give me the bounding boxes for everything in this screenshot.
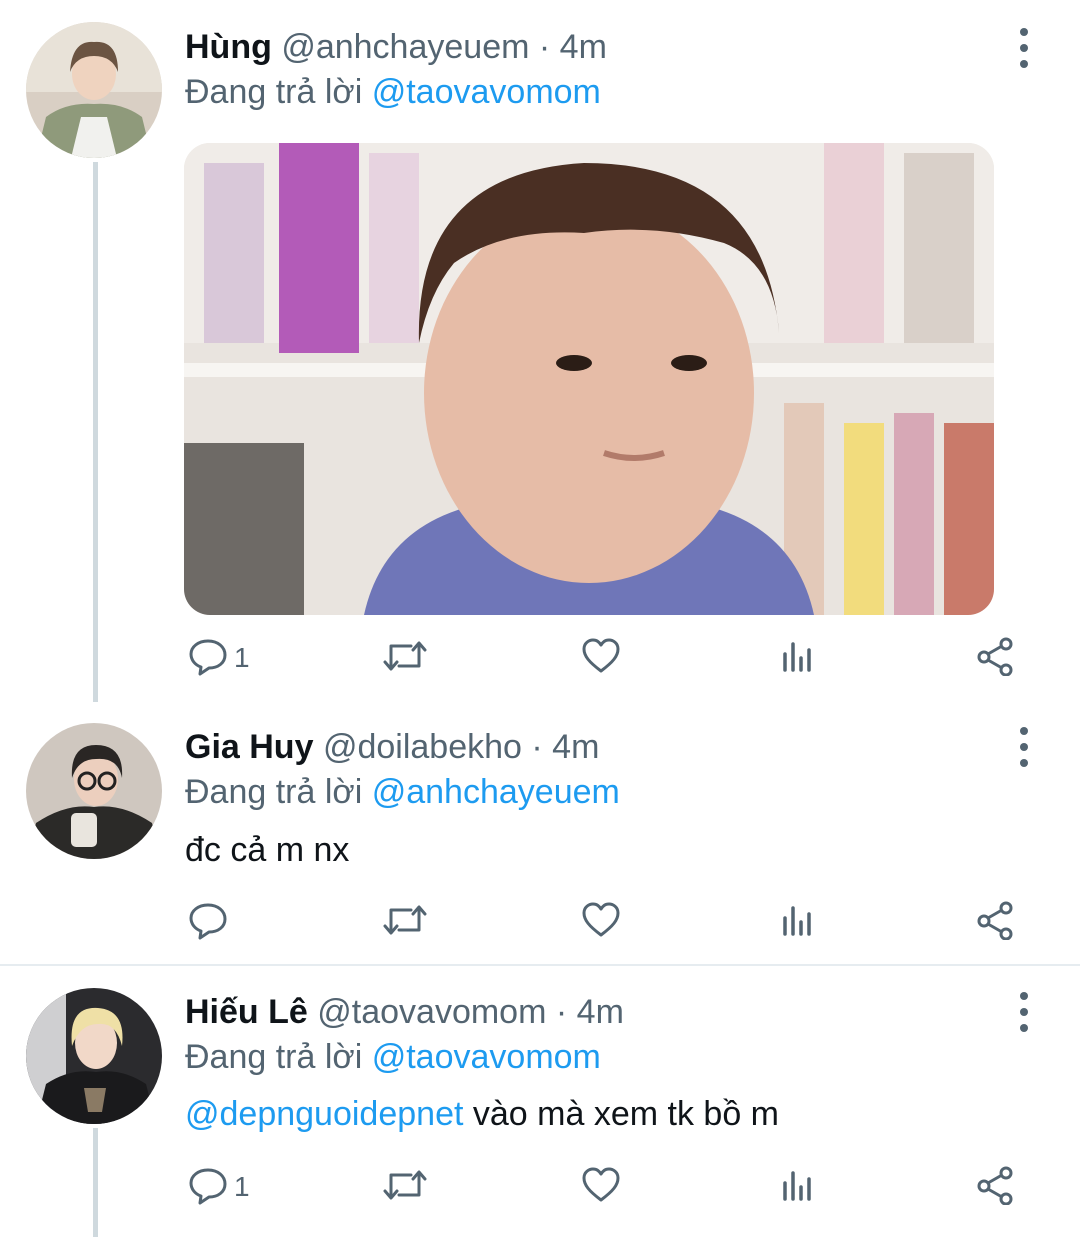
reply-button[interactable]: 1	[188, 1164, 250, 1210]
tweet-header: Hiếu Lê @taovavomom · 4m	[185, 989, 624, 1035]
analytics-icon	[779, 900, 819, 945]
avatar[interactable]	[26, 723, 162, 859]
replying-prefix: Đang trả lời	[185, 73, 363, 111]
retweet-button[interactable]	[383, 1164, 427, 1210]
display-name[interactable]: Gia Huy	[185, 728, 313, 766]
share-button[interactable]	[975, 899, 1015, 945]
analytics-button[interactable]	[779, 1164, 819, 1210]
replying-to: Đang trả lời @taovavomom	[185, 69, 601, 115]
username[interactable]: @anhchayeuem	[281, 28, 529, 66]
reply-count: 1	[234, 642, 250, 673]
tweet-header: Gia Huy @doilabekho · 4m	[185, 724, 599, 770]
like-button[interactable]	[581, 1164, 621, 1210]
reply-icon	[188, 900, 228, 945]
replying-mention-link[interactable]: @anhchayeuem	[372, 773, 620, 811]
tweet-text: đc cả m nx	[185, 831, 350, 869]
share-icon	[975, 1165, 1015, 1210]
retweet-icon	[383, 1165, 427, 1210]
tweet-divider	[0, 964, 1080, 966]
tweet-hieu-le[interactable]: Hiếu Lê @taovavomom · 4m Đang trả lời @t…	[0, 988, 1080, 1237]
like-icon	[581, 636, 621, 681]
like-icon	[581, 1165, 621, 1210]
analytics-icon	[779, 1165, 819, 1210]
tweet-header: Hùng @anhchayeuem · 4m	[185, 24, 607, 70]
tweet-text-content: vào mà xem tk bồ m	[472, 1095, 779, 1133]
share-button[interactable]	[975, 635, 1015, 681]
separator: ·	[538, 28, 551, 66]
reply-count: 1	[234, 1171, 250, 1202]
mention-link[interactable]: @depnguoidepnet	[185, 1095, 463, 1133]
tweet-text: @depnguoidepnet vào mà xem tk bồ m	[185, 1091, 779, 1137]
username[interactable]: @taovavomom	[317, 993, 546, 1031]
username[interactable]: @doilabekho	[323, 728, 522, 766]
avatar[interactable]	[26, 988, 162, 1124]
timestamp[interactable]: 4m	[577, 993, 624, 1031]
replying-mention-link[interactable]: @taovavomom	[372, 73, 601, 111]
share-button[interactable]	[975, 1164, 1015, 1210]
separator: ·	[531, 728, 543, 766]
display-name[interactable]: Hiếu Lê	[185, 993, 308, 1031]
retweet-icon	[383, 900, 427, 945]
replying-mention-link[interactable]: @taovavomom	[372, 1038, 601, 1076]
reply-button[interactable]	[188, 899, 234, 945]
replying-prefix: Đang trả lời	[185, 773, 363, 811]
tweet-hung[interactable]: Hùng @anhchayeuem · 4m Đang trả lời @tao…	[0, 22, 1080, 702]
tweet-actions: 1	[185, 635, 1025, 681]
share-icon	[975, 636, 1015, 681]
analytics-button[interactable]	[779, 635, 819, 681]
like-button[interactable]	[581, 899, 621, 945]
reply-icon	[188, 636, 228, 681]
separator: ·	[555, 993, 568, 1031]
share-icon	[975, 900, 1015, 945]
more-options-icon[interactable]	[1006, 992, 1042, 1032]
replying-prefix: Đang trả lời	[185, 1038, 363, 1076]
tweet-actions	[185, 899, 1025, 945]
tweet-media-image[interactable]	[184, 143, 994, 615]
thread-line	[93, 1128, 98, 1237]
like-icon	[581, 900, 621, 945]
timestamp[interactable]: 4m	[552, 728, 599, 766]
more-options-icon[interactable]	[1006, 28, 1042, 68]
like-button[interactable]	[581, 635, 621, 681]
replying-to: Đang trả lời @anhchayeuem	[185, 769, 620, 815]
analytics-icon	[779, 636, 819, 681]
thread-line	[93, 162, 98, 702]
retweet-button[interactable]	[383, 635, 427, 681]
retweet-icon	[383, 636, 427, 681]
reply-button[interactable]: 1	[188, 635, 250, 681]
reply-icon	[188, 1165, 228, 1210]
tweet-actions: 1	[185, 1164, 1025, 1210]
avatar[interactable]	[26, 22, 162, 158]
more-options-icon[interactable]	[1006, 727, 1042, 767]
replying-to: Đang trả lời @taovavomom	[185, 1034, 601, 1080]
display-name[interactable]: Hùng	[185, 28, 272, 66]
timestamp[interactable]: 4m	[560, 28, 607, 66]
retweet-button[interactable]	[383, 899, 427, 945]
tweet-gia-huy[interactable]: Gia Huy @doilabekho · 4m Đang trả lời @a…	[0, 723, 1080, 963]
analytics-button[interactable]	[779, 899, 819, 945]
